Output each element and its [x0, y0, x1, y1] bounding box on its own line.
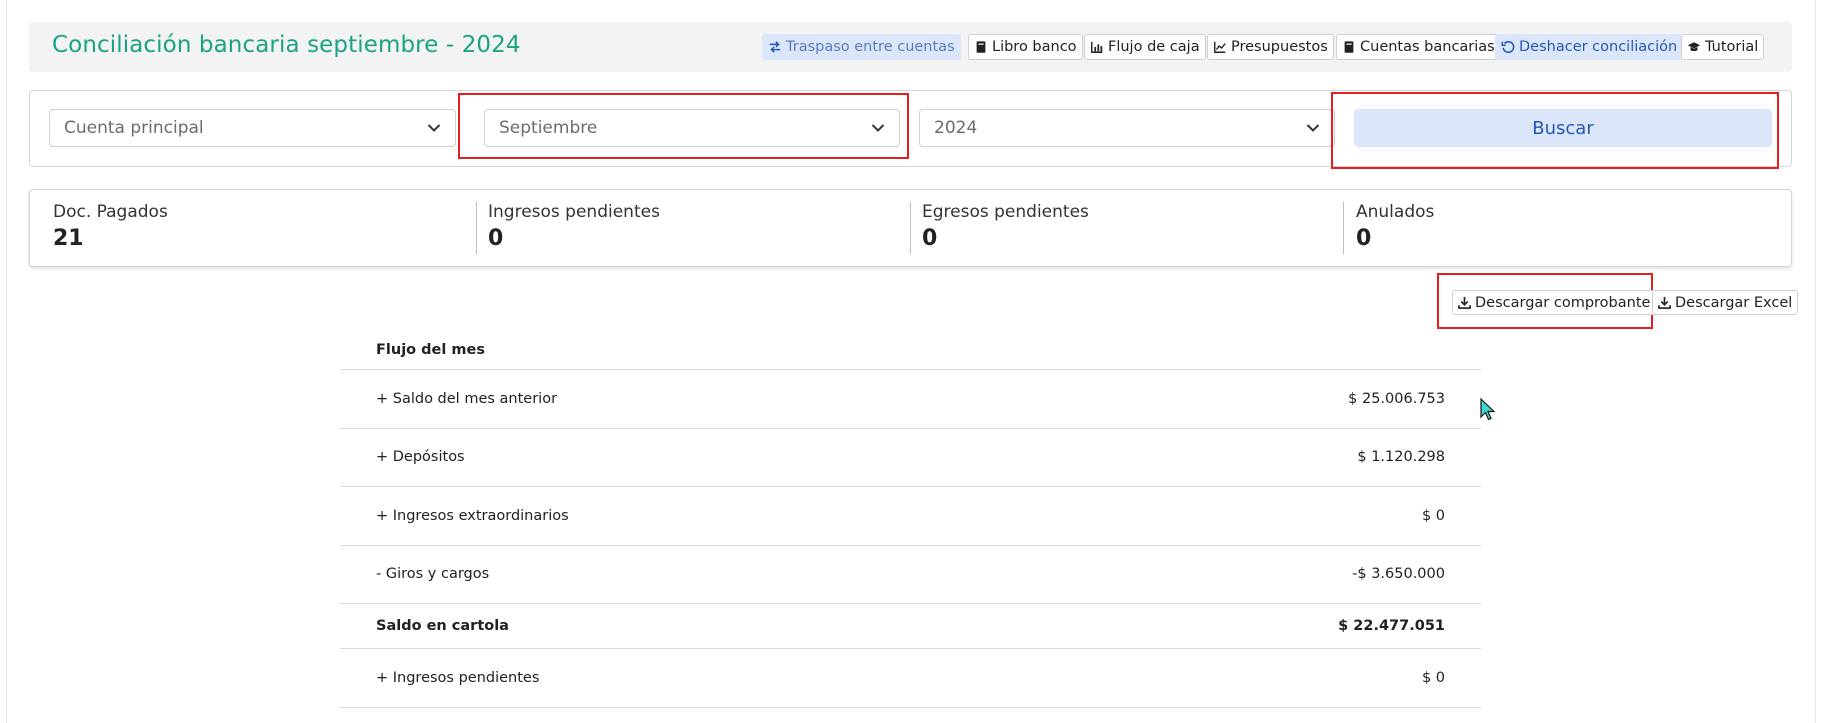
download-excel-label: Descargar Excel — [1675, 294, 1793, 311]
table-row: - Giros y cargos -$ 3.650.000 — [340, 546, 1481, 604]
tutorial-label: Tutorial — [1705, 39, 1759, 55]
row-label: Saldo en cartola — [376, 618, 509, 634]
page-title: Conciliación bancaria septiembre - 2024 — [52, 32, 521, 58]
table-row: + Ingresos pendientes $ 0 — [340, 649, 1481, 708]
bank-book-label: Libro banco — [992, 39, 1077, 55]
divider — [1343, 202, 1344, 254]
stat-pending-expenses: Egresos pendientes 0 — [922, 202, 1089, 251]
stat-value: 0 — [1356, 226, 1372, 251]
account-select[interactable]: Cuenta principal — [49, 109, 456, 147]
stat-label: Ingresos pendientes — [488, 202, 660, 222]
year-select[interactable]: 2024 — [919, 109, 1335, 147]
search-button[interactable]: Buscar — [1354, 109, 1772, 147]
table-row: + Ingresos extraordinarios $ 0 — [340, 487, 1481, 546]
transfer-accounts-label: Traspaso entre cuentas — [786, 39, 955, 55]
divider — [476, 202, 477, 254]
account-select-value: Cuenta principal — [64, 118, 204, 138]
chevron-down-icon — [871, 124, 885, 132]
tutorial-button[interactable]: Tutorial — [1681, 34, 1765, 60]
stat-pending-income: Ingresos pendientes 0 — [488, 202, 660, 251]
undo-reconciliation-label: Deshacer conciliación — [1519, 39, 1678, 55]
row-amount: -$ 3.650.000 — [1352, 566, 1445, 583]
row-amount: $ 0 — [1421, 507, 1445, 524]
stat-value: 0 — [488, 226, 504, 251]
row-label: + Saldo del mes anterior — [376, 390, 558, 407]
table-row: + Saldo del mes anterior $ 25.006.753 — [340, 370, 1481, 429]
undo-icon — [1501, 41, 1515, 54]
cash-flow-label: Flujo de caja — [1108, 39, 1200, 55]
divider — [910, 202, 911, 254]
stats-card: Doc. Pagados 21 Ingresos pendientes 0 Eg… — [29, 189, 1792, 267]
bank-accounts-label: Cuentas bancarias — [1360, 39, 1495, 55]
bar-chart-icon — [1091, 41, 1103, 53]
table-header: Flujo del mes — [340, 330, 1481, 370]
table-row-total: Saldo en cartola $ 22.477.051 — [340, 604, 1481, 649]
month-select[interactable]: Septiembre — [484, 109, 900, 147]
graduation-cap-icon — [1687, 42, 1701, 52]
row-amount: $ 22.477.051 — [1338, 618, 1445, 634]
year-select-value: 2024 — [934, 118, 978, 138]
stat-label: Egresos pendientes — [922, 202, 1089, 222]
row-amount: $ 0 — [1421, 669, 1445, 686]
filter-card: Cuenta principal Septiembre 2024 Buscar — [29, 90, 1792, 167]
budgets-label: Presupuestos — [1231, 39, 1328, 55]
cash-flow-button[interactable]: Flujo de caja — [1084, 34, 1206, 60]
bank-book-button[interactable]: Libro banco — [968, 34, 1083, 60]
download-receipt-button[interactable]: Descargar comprobante — [1452, 290, 1657, 315]
chevron-down-icon — [427, 124, 441, 132]
stat-value: 21 — [53, 226, 84, 251]
download-receipt-label: Descargar comprobante — [1475, 294, 1651, 311]
download-excel-button[interactable]: Descargar Excel — [1652, 290, 1799, 315]
budgets-button[interactable]: Presupuestos — [1207, 34, 1334, 60]
table-row: + Depósitos $ 1.120.298 — [340, 429, 1481, 487]
stat-label: Doc. Pagados — [53, 202, 168, 222]
transfer-accounts-button[interactable]: Traspaso entre cuentas — [762, 34, 961, 60]
monthly-flow-table: Flujo del mes + Saldo del mes anterior $… — [340, 330, 1481, 708]
transfer-icon — [769, 41, 781, 53]
month-select-value: Septiembre — [499, 118, 598, 138]
page-header: Conciliación bancaria septiembre - 2024 … — [29, 22, 1792, 72]
flow-heading: Flujo del mes — [376, 341, 485, 358]
row-label: - Giros y cargos — [376, 566, 490, 583]
chevron-down-icon — [1306, 124, 1320, 132]
bank-accounts-button[interactable]: Cuentas bancarias — [1336, 34, 1501, 60]
stat-paid-docs: Doc. Pagados 21 — [53, 202, 168, 251]
line-chart-icon — [1214, 41, 1226, 53]
row-label: + Ingresos extraordinarios — [376, 507, 569, 524]
row-amount: $ 25.006.753 — [1348, 390, 1445, 407]
row-label: + Ingresos pendientes — [376, 669, 540, 686]
mouse-cursor-icon — [1480, 398, 1496, 421]
row-label: + Depósitos — [376, 449, 465, 466]
stat-label: Anulados — [1356, 202, 1435, 222]
undo-reconciliation-button[interactable]: Deshacer conciliación — [1495, 34, 1684, 60]
book-icon — [1344, 41, 1354, 53]
download-icon — [1458, 296, 1471, 309]
stat-voided: Anulados 0 — [1356, 202, 1434, 251]
download-icon — [1658, 296, 1671, 309]
row-amount: $ 1.120.298 — [1357, 449, 1445, 466]
stat-value: 0 — [922, 226, 938, 251]
book-icon — [976, 41, 986, 53]
